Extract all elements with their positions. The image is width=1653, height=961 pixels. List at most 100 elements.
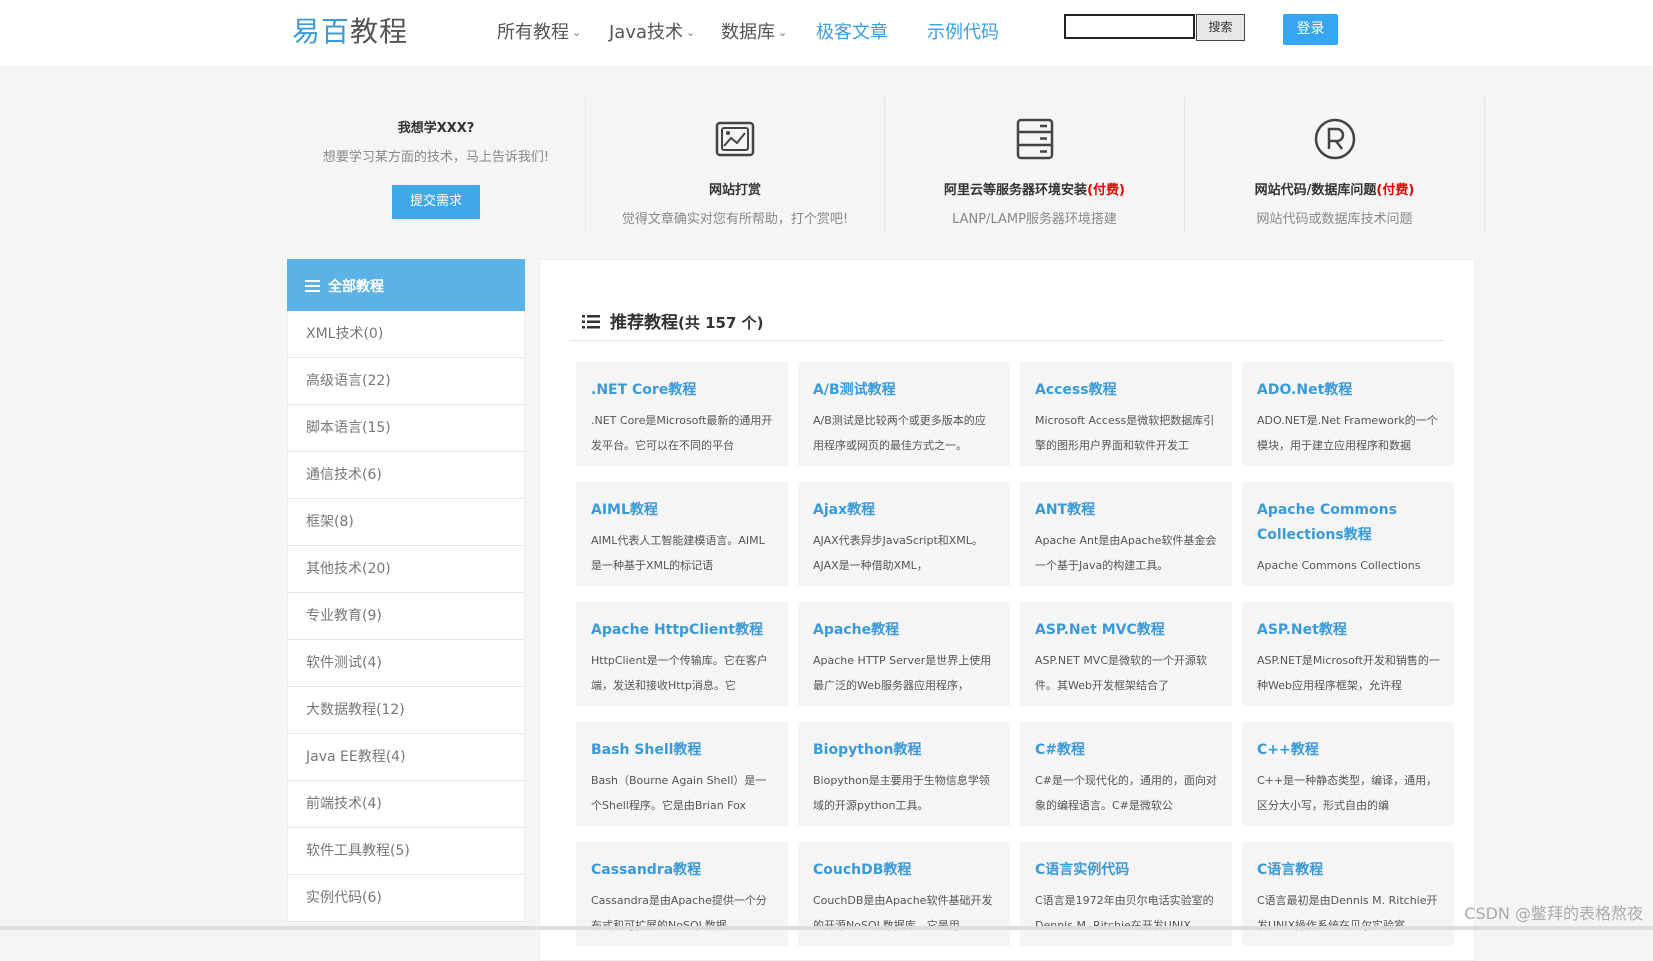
card-desc: C语言最初是由Dennis M. Ritchie开发UNIX操作系统在贝尔实验室 — [1257, 894, 1438, 932]
tutorial-card[interactable]: Apache Commons Collections教程 Apache Commo… — [1242, 482, 1454, 586]
search-button[interactable]: 搜索 — [1196, 14, 1245, 41]
card-desc: CouchDB是由Apache软件基础开发的开源NoSQL数据库。它是用 — [813, 894, 993, 932]
tutorial-card[interactable]: Bash Shell教程 Bash（Bourne Again Shell）是一个S… — [576, 722, 788, 826]
card-desc: ASP.NET是Microsoft开发和销售的一种Web应用程序框架，允许程 — [1257, 654, 1440, 692]
sidebar-item-testing[interactable]: 软件测试(4) — [287, 640, 525, 687]
server-icon — [1016, 118, 1053, 160]
tutorial-card[interactable]: Biopython教程 Biopython是主要用于生物信息学领域的开源pytho… — [798, 722, 1010, 826]
paid-tag: (付费) — [1376, 183, 1415, 198]
card-desc: AJAX代表异步JavaScript和XML。AJAX是一种借助XML， — [813, 534, 983, 572]
card-desc: Cassandra是由Apache提供一个分布式和可扩展的NoSQL数据 — [591, 894, 767, 932]
sidebar-item-examples[interactable]: 实例代码(6) — [287, 875, 525, 922]
recommended-panel: 推荐教程(共 157 个) .NET Core教程 .NET Core是Micro… — [539, 259, 1475, 961]
tutorial-card[interactable]: Cassandra教程 Cassandra是由Apache提供一个分布式和可扩展的… — [576, 842, 788, 946]
card-title: Apache Commons Collections教程 — [1257, 502, 1397, 543]
tutorial-card[interactable]: ANT教程 Apache Ant是由Apache软件基金会一个基于Java的构建工… — [1020, 482, 1232, 586]
login-button[interactable]: 登录 — [1283, 14, 1338, 45]
card-title: ANT教程 — [1035, 502, 1096, 518]
tutorial-card[interactable]: CouchDB教程 CouchDB是由Apache软件基础开发的开源NoSQL数据… — [798, 842, 1010, 946]
tutorial-card[interactable]: Ajax教程 AJAX代表异步JavaScript和XML。AJAX是一种借助XM… — [798, 482, 1010, 586]
card-desc: Apache Ant是由Apache软件基金会一个基于Java的构建工具。 — [1035, 534, 1217, 572]
card-title: Cassandra教程 — [591, 862, 702, 878]
card-title: C++教程 — [1257, 742, 1319, 758]
promo-title: 阿里云等服务器环境安装(付费) — [885, 179, 1184, 198]
title-count: (共 157 个) — [678, 314, 764, 332]
promo-server-setup[interactable]: 阿里云等服务器环境安装(付费) LANP/LAMP服务器环境搭建 — [885, 97, 1185, 233]
card-title: C语言教程 — [1257, 862, 1324, 878]
tutorial-card[interactable]: .NET Core教程 .NET Core是Microsoft最新的通用开发平台。… — [576, 362, 788, 466]
sidebar-item-comm[interactable]: 通信技术(6) — [287, 452, 525, 499]
sidebar-header[interactable]: 全部教程 — [287, 259, 525, 311]
promo-title-text: 阿里云等服务器环境安装 — [944, 183, 1088, 198]
card-title: Apache HttpClient教程 — [591, 622, 764, 638]
sidebar-item-bigdata[interactable]: 大数据教程(12) — [287, 687, 525, 734]
horizontal-scrollbar[interactable] — [0, 926, 1653, 930]
card-title: Ajax教程 — [813, 502, 876, 518]
card-desc: AIML代表人工智能建模语言。AIML是一种基于XML的标记语 — [591, 534, 765, 572]
tutorial-card[interactable]: Apache教程 Apache HTTP Server是世界上使用最广泛的Web服… — [798, 602, 1010, 706]
tutorial-card[interactable]: Access教程 Microsoft Access是微软把数据库引擎的图形用户界面… — [1020, 362, 1232, 466]
submit-request-button[interactable]: 提交需求 — [392, 185, 480, 219]
sidebar-item-tools[interactable]: 软件工具教程(5) — [287, 828, 525, 875]
promo-title: 网站代码/数据库问题(付费) — [1185, 179, 1484, 198]
tutorial-card[interactable]: C语言实例代码 C语言是1972年由贝尔电话实验室的Dennis M. Ritch… — [1020, 842, 1232, 946]
card-title: Apache教程 — [813, 622, 900, 638]
chevron-down-icon: ⌄ — [572, 26, 582, 39]
card-title: Biopython教程 — [813, 742, 922, 758]
nav-label: 所有教程 — [497, 22, 569, 43]
list-icon — [582, 315, 600, 329]
sidebar-item-advanced-lang[interactable]: 高级语言(22) — [287, 358, 525, 405]
search-input[interactable] — [1064, 14, 1195, 39]
tutorial-card[interactable]: ASP.Net教程 ASP.NET是Microsoft开发和销售的一种Web应用程… — [1242, 602, 1454, 706]
tutorial-card[interactable]: A/B测试教程 A/B测试是比较两个或更多版本的应用程序或网页的最佳方式之一。 — [798, 362, 1010, 466]
site-logo[interactable]: 易百教程 — [292, 10, 408, 50]
sidebar-item-xml[interactable]: XML技术(0) — [287, 311, 525, 358]
card-desc: .NET Core是Microsoft最新的通用开发平台。它可以在不同的平台 — [591, 414, 773, 452]
tutorial-card[interactable]: Apache HttpClient教程 HttpClient是一个传输库。它在客户… — [576, 602, 788, 706]
nav-database[interactable]: 数据库 ⌄ — [721, 18, 787, 44]
nav-all-tutorials[interactable]: 所有教程 ⌄ — [497, 18, 581, 44]
card-title: .NET Core教程 — [591, 382, 697, 398]
promo-desc: 觉得文章确实对您有所帮助，打个赏吧! — [621, 212, 849, 227]
sidebar-item-javaee[interactable]: Java EE教程(4) — [287, 734, 525, 781]
card-title: AIML教程 — [591, 502, 658, 518]
nav-geek-articles[interactable]: 极客文章 — [816, 18, 888, 44]
card-desc: A/B测试是比较两个或更多版本的应用程序或网页的最佳方式之一。 — [813, 414, 986, 452]
card-title: ADO.Net教程 — [1257, 382, 1353, 398]
sidebar-item-education[interactable]: 专业教育(9) — [287, 593, 525, 640]
tutorial-card[interactable]: ASP.Net MVC教程 ASP.NET MVC是微软的一个开源软件。其Web开… — [1020, 602, 1232, 706]
logo-rest: 教程 — [350, 15, 409, 48]
nav-java[interactable]: Java技术 ⌄ — [609, 18, 695, 44]
image-icon — [715, 121, 755, 157]
top-navbar: 易百教程 所有教程 ⌄ Java技术 ⌄ 数据库 ⌄ 极客文章 示例代码 搜索 登录 — [0, 0, 1653, 66]
card-title: Access教程 — [1035, 382, 1117, 398]
card-desc: Bash（Bourne Again Shell）是一个Shell程序。它是由Br… — [591, 774, 767, 812]
tutorial-card[interactable]: AIML教程 AIML代表人工智能建模语言。AIML是一种基于XML的标记语 — [576, 482, 788, 586]
card-desc: ASP.NET MVC是微软的一个开源软件。其Web开发框架结合了 — [1035, 654, 1208, 692]
chevron-down-icon: ⌄ — [686, 26, 696, 39]
card-desc: HttpClient是一个传输库。它在客户端，发送和接收Http消息。它 — [591, 654, 768, 692]
chevron-down-icon: ⌄ — [778, 26, 788, 39]
nav-label: 示例代码 — [927, 22, 999, 43]
card-title: Bash Shell教程 — [591, 742, 702, 758]
promo-desc: 网站代码或数据库技术问题 — [1256, 212, 1413, 227]
sidebar-item-framework[interactable]: 框架(8) — [287, 499, 525, 546]
promo-desc: 想要学习某方面的技术，马上告诉我们! — [322, 150, 550, 165]
sidebar-item-script-lang[interactable]: 脚本语言(15) — [287, 405, 525, 452]
sidebar-item-other[interactable]: 其他技术(20) — [287, 546, 525, 593]
promo-request: 我想学XXX? 想要学习某方面的技术，马上告诉我们! 提交需求 — [287, 97, 586, 233]
tutorial-card[interactable]: C#教程 C#是一个现代化的，通用的，面向对象的编程语言。C#是微软公 — [1020, 722, 1232, 826]
card-desc: C++是一种静态类型，编译，通用，区分大小写，形式自由的编 — [1257, 774, 1438, 812]
tutorial-card[interactable]: ADO.Net教程 ADO.NET是.Net Framework的一个模块，用于建… — [1242, 362, 1454, 466]
list-icon — [305, 280, 320, 292]
sidebar-item-frontend[interactable]: 前端技术(4) — [287, 781, 525, 828]
nav-sample-code[interactable]: 示例代码 — [927, 18, 999, 44]
card-title: A/B测试教程 — [813, 382, 896, 398]
promo-donate[interactable]: 网站打赏 觉得文章确实对您有所帮助，打个赏吧! — [586, 97, 885, 233]
promo-title: 我想学XXX? — [397, 121, 475, 136]
tutorial-card[interactable]: C语言教程 C语言最初是由Dennis M. Ritchie开发UNIX操作系统在… — [1242, 842, 1454, 946]
nav-label: 极客文章 — [816, 22, 888, 43]
promo-code-db[interactable]: 网站代码/数据库问题(付费) 网站代码或数据库技术问题 — [1185, 97, 1485, 233]
page-title: 推荐教程(共 157 个) — [582, 308, 763, 333]
tutorial-card[interactable]: C++教程 C++是一种静态类型，编译，通用，区分大小写，形式自由的编 — [1242, 722, 1454, 826]
